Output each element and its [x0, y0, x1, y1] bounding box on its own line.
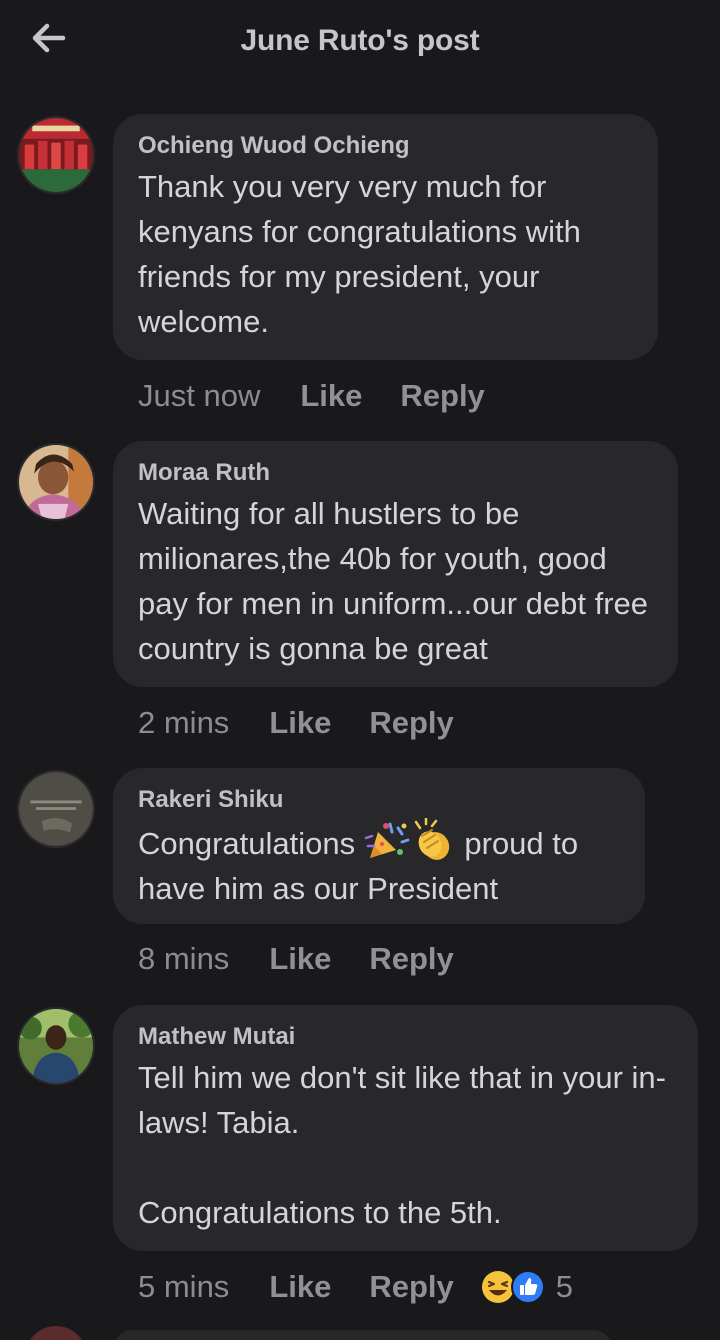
reaction-summary[interactable]: 5 — [480, 1269, 573, 1305]
avatar[interactable] — [17, 770, 95, 848]
avatar[interactable] — [17, 1007, 95, 1085]
like-reaction-icon — [510, 1270, 545, 1304]
comment-bubble: Rakeri Shiku Congratulations proud to ha… — [113, 768, 645, 924]
comment-text-start: Congratulations — [138, 826, 356, 861]
man-outdoors-avatar — [19, 1009, 93, 1083]
comment-bubble — [113, 1330, 613, 1340]
comment-author[interactable]: Moraa Ruth — [138, 459, 652, 487]
comment-meta: Just now Like Reply — [138, 376, 523, 416]
comment-author[interactable]: Mathew Mutai — [138, 1023, 672, 1051]
comment-time: 2 mins — [138, 705, 230, 740]
like-button[interactable]: Like — [269, 705, 331, 741]
comment-bubble: Moraa Ruth Waiting for all hustlers to b… — [113, 441, 678, 687]
comment-text: Tell him we don't sit like that in your … — [138, 1060, 666, 1230]
comment-text: Thank you very very much for kenyans for… — [138, 169, 590, 339]
comment-meta: 5 mins Like Reply 5 — [138, 1267, 573, 1307]
comment-author[interactable]: Ochieng Wuod Ochieng — [138, 132, 632, 160]
team-photo-avatar — [19, 118, 93, 192]
comment-meta: 2 mins Like Reply — [138, 703, 492, 743]
header-bar: June Ruto's post — [0, 0, 720, 86]
clapping-hands-emoji — [410, 816, 456, 862]
avatar[interactable] — [17, 116, 95, 194]
comment-text: Waiting for all hustlers to be milionare… — [138, 496, 657, 666]
reply-button[interactable]: Reply — [369, 941, 453, 977]
avatar[interactable] — [17, 443, 95, 521]
like-button[interactable]: Like — [269, 941, 331, 977]
reaction-count: 5 — [555, 1269, 574, 1304]
reply-button[interactable]: Reply — [369, 705, 453, 741]
comment-meta: 8 mins Like Reply — [138, 939, 492, 979]
reply-button[interactable]: Reply — [400, 378, 484, 414]
quote-card-avatar — [19, 772, 93, 846]
comment-text: Congratulations proud to have him as our… — [138, 816, 619, 911]
reply-button[interactable]: Reply — [369, 1269, 453, 1305]
comments-screen: June Ruto's post Ochieng Wuod Ochieng Th… — [0, 0, 720, 1340]
party-popper-emoji — [364, 818, 410, 862]
like-button[interactable]: Like — [300, 378, 362, 414]
like-button[interactable]: Like — [269, 1269, 331, 1305]
comment-time: 8 mins — [138, 941, 230, 976]
woman-portrait-avatar — [19, 445, 93, 519]
avatar[interactable] — [25, 1326, 87, 1340]
comment-time: 5 mins — [138, 1269, 230, 1304]
page-title: June Ruto's post — [240, 24, 480, 57]
comment-author[interactable]: Rakeri Shiku — [138, 786, 619, 814]
comment-bubble: Mathew Mutai Tell him we don't sit like … — [113, 1005, 698, 1251]
comment-bubble: Ochieng Wuod Ochieng Thank you very very… — [113, 114, 658, 360]
comment-time: Just now — [138, 378, 261, 413]
